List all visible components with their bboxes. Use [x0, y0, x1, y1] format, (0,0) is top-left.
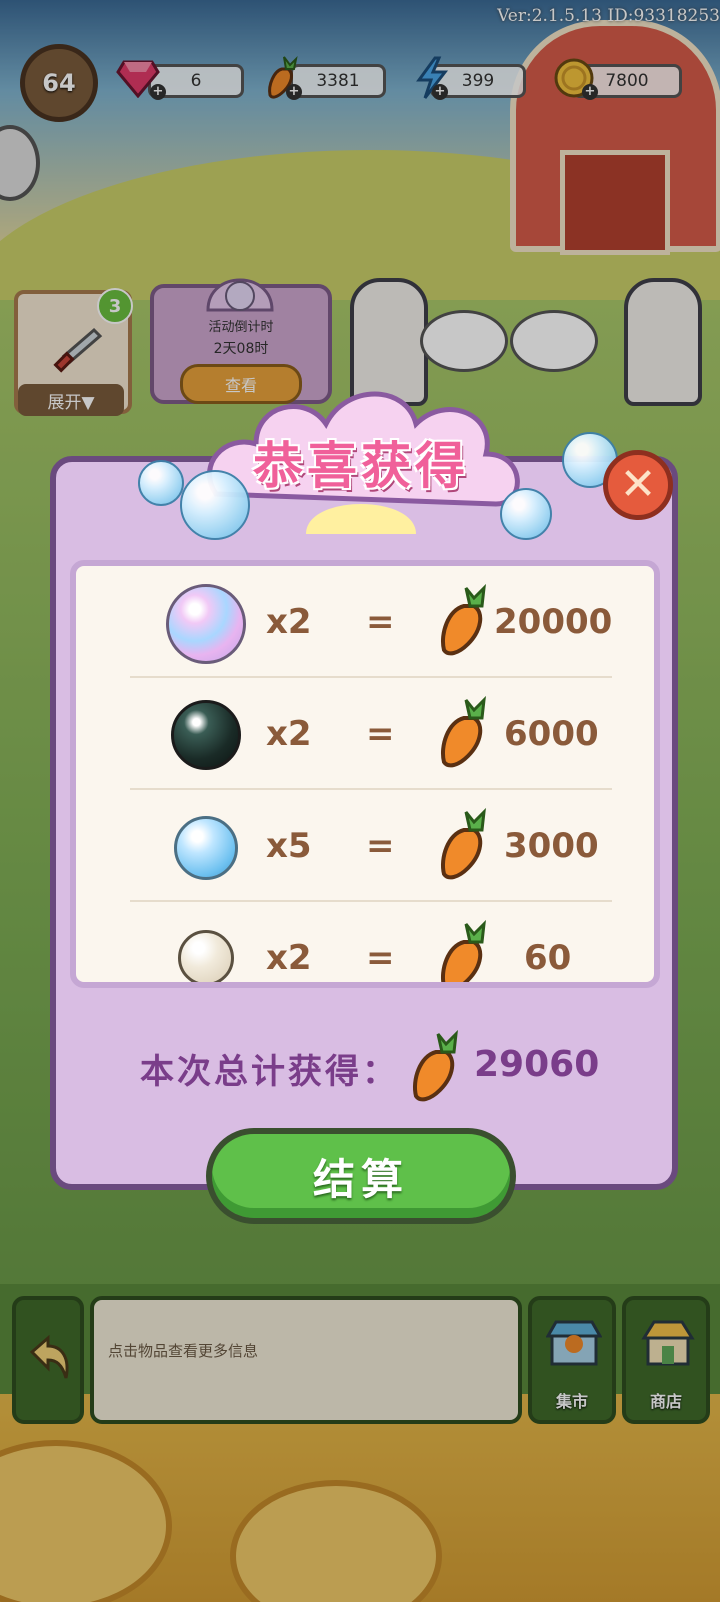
carrot-icon	[441, 696, 486, 768]
black-pearl-icon	[171, 700, 241, 770]
equals-sign: =	[366, 602, 395, 642]
total-value: 29060	[474, 1044, 600, 1085]
total-label: 本次总计获得：	[140, 1052, 399, 1092]
reward-quantity: x2	[266, 602, 312, 642]
close-icon: ✕	[619, 459, 657, 510]
reward-value: 20000	[494, 602, 613, 642]
reward-list[interactable]: x2 = 20000 x2 = 6000 x5 = 3000 x2 = 60	[70, 560, 660, 988]
carrot-icon	[413, 1030, 458, 1102]
carrot-icon	[441, 584, 486, 656]
rainbow-pearl-icon	[166, 584, 246, 664]
reward-quantity: x5	[266, 826, 312, 866]
reward-quantity: x2	[266, 714, 312, 754]
white-pearl-icon	[178, 930, 234, 982]
carrot-icon	[441, 920, 486, 982]
carrot-icon	[441, 808, 486, 880]
reward-value: 6000	[504, 714, 599, 754]
reward-row: x2 = 60	[76, 902, 654, 982]
blue-pearl-icon	[174, 816, 238, 880]
bubble-decoration	[500, 488, 552, 540]
equals-sign: =	[366, 826, 395, 866]
close-button[interactable]: ✕	[603, 450, 673, 520]
equals-sign: =	[366, 938, 395, 978]
reward-row: x2 = 6000	[76, 678, 654, 790]
settle-label: 结算	[312, 1154, 409, 1204]
settle-button[interactable]: 结算	[206, 1128, 516, 1224]
reward-quantity: x2	[266, 938, 312, 978]
reward-value: 60	[524, 938, 572, 978]
bubble-decoration	[138, 460, 184, 506]
equals-sign: =	[366, 714, 395, 754]
reward-row: x2 = 20000	[76, 566, 654, 678]
reward-value: 3000	[504, 826, 599, 866]
reward-row: x5 = 3000	[76, 790, 654, 902]
bubble-decoration	[180, 470, 250, 540]
